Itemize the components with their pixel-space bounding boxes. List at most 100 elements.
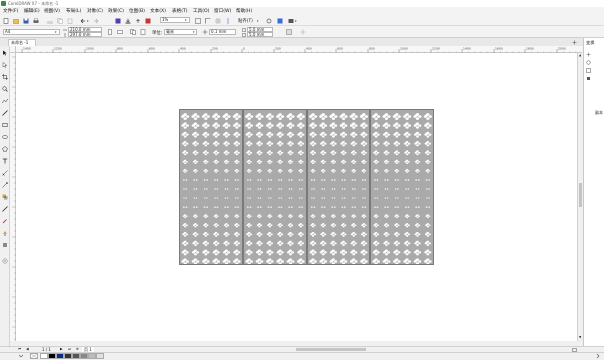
- design-panel-3[interactable]: [307, 109, 370, 265]
- save-icon[interactable]: [23, 18, 29, 24]
- parallel-dimension-tool-icon[interactable]: [2, 170, 8, 176]
- vertical-scroll-thumb[interactable]: [579, 183, 582, 207]
- drop-shadow-tool-icon[interactable]: [2, 194, 8, 200]
- undo-icon[interactable]: [80, 18, 86, 24]
- menu-object[interactable]: 对象(C): [87, 8, 103, 14]
- palette-swatch[interactable]: [40, 353, 48, 359]
- add-document-icon[interactable]: [572, 40, 577, 45]
- new-document-icon[interactable]: [3, 18, 9, 24]
- treat-as-filled-icon[interactable]: [286, 29, 292, 35]
- welcome-screen-icon[interactable]: [288, 18, 294, 24]
- zoom-tool-icon[interactable]: [2, 86, 8, 92]
- portrait-icon[interactable]: [107, 29, 113, 35]
- horizontal-scroll-thumb[interactable]: [296, 348, 366, 351]
- scroll-down-icon[interactable]: ▼: [579, 335, 581, 339]
- shape-tool-icon[interactable]: [2, 62, 8, 68]
- menu-window[interactable]: 窗口(W): [214, 8, 231, 14]
- paper-size-dropdown-icon[interactable]: ▾: [55, 30, 57, 34]
- zoom-dropdown-icon[interactable]: ▾: [185, 18, 187, 22]
- quick-customize-icon[interactable]: [300, 29, 306, 35]
- design-panel-1[interactable]: [179, 109, 243, 265]
- menu-layout[interactable]: 布局(L): [66, 8, 81, 14]
- rectangle-tool-icon[interactable]: [2, 122, 8, 128]
- palette-swatch[interactable]: [96, 353, 104, 359]
- menu-text[interactable]: 文本(X): [150, 8, 166, 14]
- ellipse-tool-icon[interactable]: [2, 134, 8, 140]
- publish-pdf-icon[interactable]: [145, 18, 151, 24]
- menu-file[interactable]: 文件(F): [3, 8, 18, 14]
- palette-swatch[interactable]: [56, 353, 64, 359]
- menu-view[interactable]: 视图(V): [44, 8, 60, 14]
- units-dropdown-icon[interactable]: ▾: [193, 30, 195, 34]
- palette-swatch[interactable]: [80, 353, 88, 359]
- copy-icon[interactable]: [57, 18, 63, 24]
- menu-bitmaps[interactable]: 位图(B): [129, 8, 145, 14]
- search-content-icon[interactable]: [115, 18, 121, 24]
- palette-scroll-icon[interactable]: [595, 353, 601, 359]
- palette-swatch[interactable]: [72, 353, 80, 359]
- no-fill-swatch[interactable]: [30, 353, 38, 359]
- palette-swatch[interactable]: [64, 353, 72, 359]
- polygon-tool-icon[interactable]: [2, 146, 8, 152]
- ruler-origin[interactable]: [10, 46, 16, 53]
- document-tab[interactable]: 未命名 -1: [8, 39, 36, 46]
- transparency-tool-icon[interactable]: [2, 206, 8, 212]
- all-pages-icon[interactable]: [130, 29, 136, 35]
- design-panel-2[interactable]: [243, 109, 307, 265]
- last-page-icon[interactable]: ⏭: [68, 347, 71, 351]
- freehand-tool-icon[interactable]: [2, 98, 8, 104]
- menu-effects[interactable]: 效果(C): [108, 8, 124, 14]
- scale-icon[interactable]: [586, 68, 591, 73]
- menu-tools[interactable]: 工具(O): [193, 8, 209, 14]
- menu-help[interactable]: 帮助(H): [236, 8, 252, 14]
- prev-page-icon[interactable]: ◀: [26, 347, 29, 351]
- grid-toggle-icon[interactable]: [215, 18, 221, 24]
- nudge-distance-input[interactable]: 0.1 mm: [209, 29, 236, 35]
- text-tool-icon[interactable]: [2, 158, 8, 164]
- print-icon[interactable]: [33, 18, 39, 24]
- scroll-up-icon[interactable]: ▲: [579, 53, 581, 57]
- drawing-canvas[interactable]: [16, 53, 582, 341]
- full-screen-icon[interactable]: [195, 18, 201, 24]
- open-folder-icon[interactable]: [13, 18, 19, 24]
- launcher-dropdown-icon[interactable]: ▾: [295, 19, 297, 23]
- next-page-icon[interactable]: ▶: [60, 347, 63, 351]
- crop-tool-icon[interactable]: [2, 74, 8, 80]
- first-page-icon[interactable]: ⏮: [18, 347, 21, 351]
- undo-dropdown-icon[interactable]: ▾: [87, 19, 89, 23]
- paste-icon[interactable]: [67, 18, 73, 24]
- current-page-icon[interactable]: [140, 29, 146, 35]
- position-icon[interactable]: [586, 52, 591, 57]
- menu-edit[interactable]: 编辑(E): [24, 8, 40, 14]
- palette-swatch[interactable]: [88, 353, 96, 359]
- add-tool-icon[interactable]: [2, 258, 8, 264]
- connector-tool-icon[interactable]: [2, 182, 8, 188]
- application-launcher-icon[interactable]: [277, 18, 283, 24]
- interactive-fill-tool-icon[interactable]: [2, 230, 8, 236]
- add-page-icon[interactable]: ⊕: [76, 347, 79, 351]
- palette-menu-icon[interactable]: [18, 353, 24, 359]
- rotate-icon[interactable]: [586, 60, 591, 65]
- snap-dropdown-icon[interactable]: ▾: [257, 19, 259, 23]
- export-icon[interactable]: [135, 18, 141, 24]
- landscape-icon[interactable]: [117, 29, 123, 35]
- paper-size-select[interactable]: A4: [3, 29, 60, 35]
- pick-tool-icon[interactable]: [2, 50, 8, 56]
- palette-swatch[interactable]: [48, 353, 56, 359]
- eyedropper-tool-icon[interactable]: [2, 218, 8, 224]
- snap-to-menu[interactable]: 贴齐(T): [238, 18, 253, 24]
- page-height-input[interactable]: 297.0 mm: [68, 32, 102, 37]
- design-panel-4[interactable]: [370, 109, 434, 265]
- size-icon[interactable]: [586, 76, 591, 81]
- guidelines-toggle-icon[interactable]: [225, 18, 231, 24]
- cut-icon[interactable]: [47, 18, 53, 24]
- menu-table[interactable]: 表格(T): [172, 8, 188, 14]
- import-icon[interactable]: [125, 18, 131, 24]
- duplicate-distance-y-input[interactable]: 5.0 mm: [247, 32, 273, 37]
- smart-fill-tool-icon[interactable]: [2, 242, 8, 248]
- horizontal-ruler[interactable]: 1400 1200 1000 800 600 400 200 0 200 400 600 800 100…: [16, 46, 582, 53]
- options-icon[interactable]: [266, 18, 272, 24]
- rulers-toggle-icon[interactable]: [205, 18, 211, 24]
- artistic-media-tool-icon[interactable]: [2, 110, 8, 116]
- redo-icon[interactable]: [93, 18, 99, 24]
